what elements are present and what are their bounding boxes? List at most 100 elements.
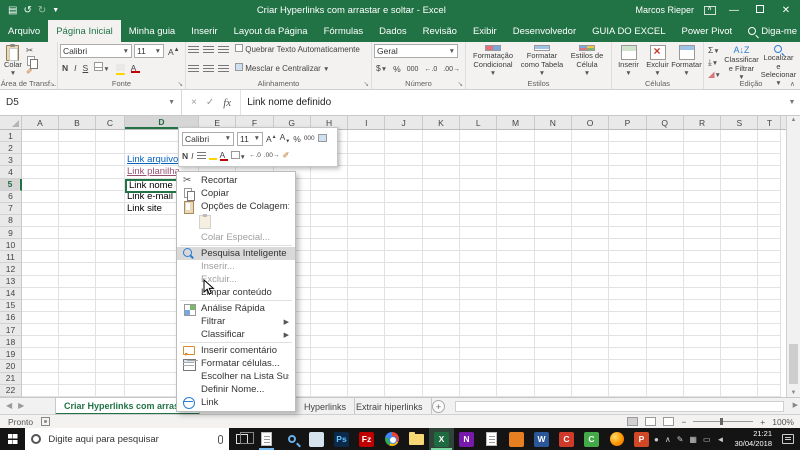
cell-O16[interactable] xyxy=(571,311,610,324)
cell-M20[interactable] xyxy=(497,360,535,373)
mini-font-name-select[interactable]: Calibri ▼ xyxy=(182,131,234,146)
cell-I14[interactable] xyxy=(348,287,386,300)
cell-M15[interactable] xyxy=(497,299,535,312)
bold-button[interactable]: N xyxy=(60,63,70,74)
cell-H17[interactable] xyxy=(310,324,349,337)
merge-center-button[interactable]: Mesclar e Centralizar ▼ xyxy=(233,63,331,75)
cell-S17[interactable] xyxy=(721,324,759,337)
tab-formulas[interactable]: Fórmulas xyxy=(316,20,372,42)
cell-L16[interactable] xyxy=(460,311,498,324)
cell-K20[interactable] xyxy=(422,360,461,373)
cell-H8[interactable] xyxy=(310,214,349,227)
cell-T3[interactable] xyxy=(758,154,782,167)
normal-view-button[interactable] xyxy=(627,417,639,426)
cell-B18[interactable] xyxy=(59,336,96,349)
zoom-out-button[interactable]: − xyxy=(681,417,686,427)
minimize-button[interactable]: — xyxy=(726,5,742,16)
font-dialog-launcher-icon[interactable]: ↘ xyxy=(178,80,183,88)
row-header-14[interactable]: 14 xyxy=(0,287,22,300)
font-name-select[interactable]: Calibri ▼ xyxy=(60,44,132,58)
cell-T17[interactable] xyxy=(758,324,782,337)
app-photoshop-button[interactable]: Ps xyxy=(329,428,354,450)
cell-M9[interactable] xyxy=(497,227,535,240)
cell-S9[interactable] xyxy=(721,227,759,240)
insert-function-icon[interactable]: fx xyxy=(223,97,231,109)
task-view-button[interactable] xyxy=(229,428,254,450)
cell-T22[interactable] xyxy=(758,384,782,397)
cell-Q3[interactable] xyxy=(646,154,684,167)
cell-K13[interactable] xyxy=(422,275,461,288)
column-header-N[interactable]: N xyxy=(535,116,572,129)
align-left-icon[interactable] xyxy=(188,65,199,73)
cell-Q5[interactable] xyxy=(646,178,684,191)
cell-P5[interactable] xyxy=(609,178,647,191)
cell-A10[interactable] xyxy=(22,239,59,252)
cell-B12[interactable] xyxy=(59,263,96,276)
app-orange-tool-button[interactable] xyxy=(504,428,529,450)
cell-N1[interactable] xyxy=(534,130,572,143)
cell-H10[interactable] xyxy=(310,239,349,252)
cell-K6[interactable] xyxy=(422,190,461,203)
mini-bold-button[interactable]: N xyxy=(182,151,188,161)
cell-O9[interactable] xyxy=(571,227,610,240)
cell-Q10[interactable] xyxy=(646,239,684,252)
cell-B13[interactable] xyxy=(59,275,96,288)
cell-T1[interactable] xyxy=(758,130,782,143)
cell-T14[interactable] xyxy=(758,287,782,300)
cell-K10[interactable] xyxy=(422,239,461,252)
wrap-text-button[interactable]: Quebrar Texto Automaticamente xyxy=(233,44,362,55)
cell-T9[interactable] xyxy=(758,227,782,240)
row-header-5[interactable]: 5 xyxy=(0,178,22,191)
cell-Q4[interactable] xyxy=(646,166,684,179)
cell-O5[interactable] xyxy=(571,178,610,191)
cell-R16[interactable] xyxy=(683,311,722,324)
signed-in-user[interactable]: Marcos Rieper xyxy=(635,5,694,15)
collapse-ribbon-icon[interactable]: ∧ xyxy=(790,80,795,88)
cell-K1[interactable] xyxy=(422,130,461,143)
expand-formula-bar-icon[interactable]: ▼ xyxy=(784,90,800,115)
tab-pagina-inicial[interactable]: Página Inicial xyxy=(48,20,121,42)
cell-I1[interactable] xyxy=(348,130,386,143)
cell-H5[interactable] xyxy=(310,178,349,191)
cell-A16[interactable] xyxy=(22,311,59,324)
microphone-icon[interactable] xyxy=(218,434,223,444)
cell-Q21[interactable] xyxy=(646,372,684,385)
cell-M11[interactable] xyxy=(497,251,535,264)
sheet-tab-hyperlinks[interactable]: Hyperlinks xyxy=(296,398,356,415)
mini-shrink-font-button[interactable]: A▼ xyxy=(280,132,291,145)
cell-N21[interactable] xyxy=(534,372,572,385)
cell-N13[interactable] xyxy=(534,275,572,288)
cell-I3[interactable] xyxy=(348,154,386,167)
number-dialog-launcher-icon[interactable]: ↘ xyxy=(458,80,463,88)
tab-revisao[interactable]: Revisão xyxy=(415,20,465,42)
cell-I10[interactable] xyxy=(348,239,386,252)
cell-N7[interactable] xyxy=(534,202,572,215)
cell-R11[interactable] xyxy=(683,251,722,264)
restore-button[interactable] xyxy=(752,4,768,16)
cell-S18[interactable] xyxy=(721,336,759,349)
cell-M19[interactable] xyxy=(497,348,535,361)
cell-M7[interactable] xyxy=(497,202,535,215)
context-menu-item-pesquisa-inteligente[interactable]: Pesquisa Inteligente xyxy=(177,247,295,260)
cell-B19[interactable] xyxy=(59,348,96,361)
format-cells-button[interactable]: Formatar ▼ xyxy=(671,44,702,78)
row-header-6[interactable]: 6 xyxy=(0,190,22,203)
cell-O20[interactable] xyxy=(571,360,610,373)
cell-S4[interactable] xyxy=(721,166,759,179)
column-header-B[interactable]: B xyxy=(59,116,96,129)
row-header-13[interactable]: 13 xyxy=(0,275,22,288)
horizontal-scrollbar[interactable] xyxy=(455,401,784,412)
tab-guia-do-excel[interactable]: GUIA DO EXCEL xyxy=(584,20,673,42)
cell-A13[interactable] xyxy=(22,275,59,288)
cell-L5[interactable] xyxy=(460,178,498,191)
context-menu-item-classificar[interactable]: Classificar ▶ xyxy=(177,328,295,341)
cell-T4[interactable] xyxy=(758,166,782,179)
cell-B20[interactable] xyxy=(59,360,96,373)
context-menu-item-escolher-na-lista-suspensa[interactable]: Escolher na Lista Suspensa... xyxy=(177,370,295,383)
cell-I2[interactable] xyxy=(348,142,386,155)
cell-S21[interactable] xyxy=(721,372,759,385)
cell-T11[interactable] xyxy=(758,251,782,264)
vertical-scrollbar[interactable]: ▲ ▼ xyxy=(786,116,800,397)
name-box[interactable]: D5 ▼ xyxy=(0,90,182,115)
cell-B8[interactable] xyxy=(59,214,96,227)
